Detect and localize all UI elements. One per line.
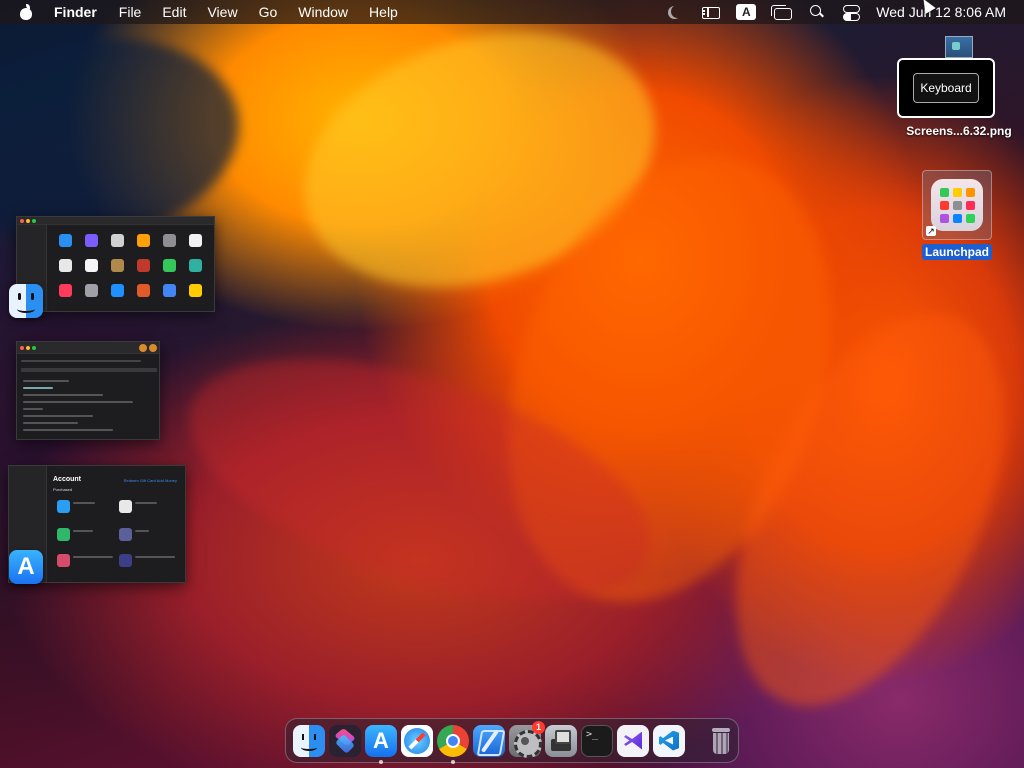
menu-file[interactable]: File	[119, 4, 142, 20]
mini-app-icon	[111, 234, 124, 247]
account-title: Account	[53, 476, 81, 483]
mini-app-icon	[189, 284, 202, 297]
focus-moon-icon[interactable]	[668, 4, 686, 20]
app-store-icon: A	[9, 550, 43, 584]
window-titlebar	[17, 342, 159, 354]
menu-edit[interactable]: Edit	[162, 4, 186, 20]
control-center-icon[interactable]	[842, 4, 861, 21]
tooltip-text: Keyboard	[913, 73, 979, 103]
running-indicator	[379, 759, 383, 764]
mini-app-icon	[163, 284, 176, 297]
account-links[interactable]: Redeem Gift Card Add Money	[124, 478, 177, 483]
menu-window[interactable]: Window	[298, 4, 348, 20]
launchpad-icon[interactable]: ↗	[922, 170, 992, 240]
desktop-launchpad-alias[interactable]: ↗ Launchpad	[921, 170, 993, 261]
launchpad-dot	[939, 187, 949, 197]
dock-app-store-icon[interactable]: A	[365, 724, 397, 764]
menu-help[interactable]: Help	[369, 4, 398, 20]
dock-system-information-icon[interactable]	[545, 724, 577, 757]
mini-app-icon	[85, 259, 98, 272]
notification-badge: 1	[532, 720, 545, 734]
running-indicator	[451, 759, 455, 764]
desktop-file-label[interactable]: Screens...6.32.png	[900, 124, 1018, 138]
mini-app-icon	[111, 284, 124, 297]
menu-view[interactable]: View	[207, 4, 237, 20]
launchpad-dot	[952, 213, 962, 223]
launchpad-dot	[965, 200, 975, 210]
dock-chrome-icon[interactable]	[437, 724, 469, 764]
spotlight-search-icon[interactable]	[808, 4, 826, 20]
menu-app-finder[interactable]: Finder	[54, 4, 97, 20]
dock: A 1 >_	[285, 718, 739, 764]
apple-logo-icon[interactable]	[18, 4, 34, 20]
mini-app-icon	[59, 284, 72, 297]
account-subtitle: Purchased	[53, 487, 73, 492]
dock-finder-icon[interactable]	[293, 724, 325, 757]
menu-go[interactable]: Go	[259, 4, 278, 20]
mini-app-icon	[163, 234, 176, 247]
dock-terminal-icon[interactable]: >_	[581, 724, 613, 757]
app-grid	[59, 234, 202, 297]
mini-app-icon	[137, 284, 150, 297]
menu-bar: Finder File Edit View Go Window Help A W…	[0, 0, 1024, 24]
mini-app-icon	[137, 234, 150, 247]
launchpad-grid-icon	[931, 179, 983, 231]
mini-app-icon	[189, 234, 202, 247]
launchpad-dot	[965, 213, 975, 223]
launchpad-dot	[952, 200, 962, 210]
stage-manager-icon[interactable]	[702, 7, 721, 19]
alias-arrow-icon: ↗	[926, 226, 936, 236]
menu-bar-clock[interactable]: Wed Jun 12 8:06 AM	[876, 4, 1006, 20]
input-source-icon[interactable]: A	[736, 4, 757, 20]
finder-icon	[9, 284, 43, 318]
dock-vscode-icon[interactable]	[653, 724, 685, 757]
dock-system-settings-icon[interactable]: 1	[509, 720, 545, 758]
launchpad-dot	[939, 200, 949, 210]
launchpad-dot	[939, 213, 949, 223]
dock-safari-icon[interactable]	[401, 724, 433, 757]
mini-app-icon	[137, 259, 150, 272]
desktop-file-screenshot[interactable]	[903, 36, 1015, 58]
dock-trash-icon[interactable]	[705, 725, 737, 757]
dock-xcode-icon[interactable]	[473, 724, 505, 757]
mini-app-icon	[85, 234, 98, 247]
image-file-icon	[945, 36, 973, 58]
mini-app-icon	[189, 259, 202, 272]
launchpad-dot	[952, 187, 962, 197]
dock-visual-studio-icon[interactable]	[617, 724, 649, 757]
tooltip-popover: Keyboard	[897, 58, 995, 118]
mini-app-icon	[59, 259, 72, 272]
window-titlebar	[17, 217, 214, 225]
desktop-file-label-wrap: Screens...6.32.png	[900, 120, 1018, 138]
stage-window-finder[interactable]	[16, 216, 215, 312]
dock-shortcuts-icon[interactable]	[329, 724, 361, 757]
mini-app-icon	[85, 284, 98, 297]
launchpad-dot	[965, 187, 975, 197]
screen-mirroring-icon[interactable]	[771, 4, 793, 20]
stage-window-document[interactable]	[16, 341, 160, 440]
mini-app-icon	[111, 259, 124, 272]
launchpad-label[interactable]: Launchpad	[921, 244, 992, 260]
mini-app-icon	[59, 234, 72, 247]
mini-app-icon	[163, 259, 176, 272]
